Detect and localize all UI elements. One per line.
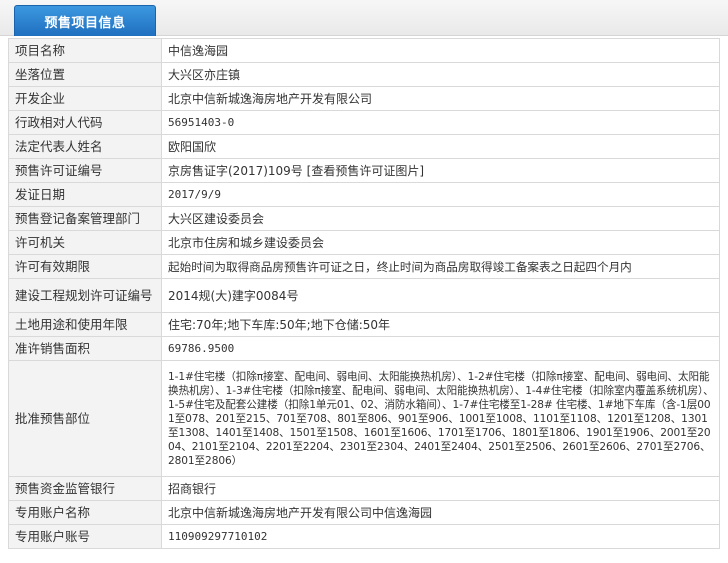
row-label: 发证日期 xyxy=(8,182,162,207)
table-row: 专用账户账号 110909297710102 xyxy=(8,524,720,549)
row-value: 2017/9/9 xyxy=(161,182,720,207)
row-label: 准许销售面积 xyxy=(8,336,162,361)
table-row: 预售许可证编号 京房售证字(2017)109号 [查看预售许可证图片] xyxy=(8,158,720,183)
row-value: 大兴区建设委员会 xyxy=(161,206,720,231)
view-permit-image-link[interactable]: [查看预售许可证图片] xyxy=(307,164,424,178)
table-row: 发证日期 2017/9/9 xyxy=(8,182,720,207)
row-value: 56951403-0 xyxy=(161,110,720,135)
row-label: 专用账户名称 xyxy=(8,500,162,525)
row-value: 1-1#住宅楼（扣除π接室、配电间、弱电间、太阳能换热机房）、1-2#住宅楼（扣… xyxy=(161,360,720,477)
row-value: 京房售证字(2017)109号 [查看预售许可证图片] xyxy=(161,158,720,183)
row-value: 北京中信新城逸海房地产开发有限公司中信逸海园 xyxy=(161,500,720,525)
table-row: 批准预售部位 1-1#住宅楼（扣除π接室、配电间、弱电间、太阳能换热机房）、1-… xyxy=(8,360,720,477)
section-header-bar: 预售项目信息 xyxy=(0,0,728,36)
row-label: 预售登记备案管理部门 xyxy=(8,206,162,231)
presale-info-table: 项目名称 中信逸海园 坐落位置 大兴区亦庄镇 开发企业 北京中信新城逸海房地产开… xyxy=(8,38,720,549)
row-value: 69786.9500 xyxy=(161,336,720,361)
row-label: 开发企业 xyxy=(8,86,162,111)
table-row: 项目名称 中信逸海园 xyxy=(8,38,720,63)
row-label: 行政相对人代码 xyxy=(8,110,162,135)
row-label: 许可有效期限 xyxy=(8,254,162,279)
row-value: 欧阳国欣 xyxy=(161,134,720,159)
table-row: 专用账户名称 北京中信新城逸海房地产开发有限公司中信逸海园 xyxy=(8,500,720,525)
table-row: 准许销售面积 69786.9500 xyxy=(8,336,720,361)
permit-number: 京房售证字(2017)109号 xyxy=(168,163,303,178)
row-label: 建设工程规划许可证编号 xyxy=(8,278,162,313)
row-value: 起始时间为取得商品房预售许可证之日，终止时间为商品房取得竣工备案表之日起四个月内 xyxy=(161,254,720,279)
row-value: 住宅:70年;地下车库:50年;地下仓储:50年 xyxy=(161,312,720,337)
row-value: 招商银行 xyxy=(161,476,720,501)
row-label: 土地用途和使用年限 xyxy=(8,312,162,337)
row-label: 坐落位置 xyxy=(8,62,162,87)
table-row: 坐落位置 大兴区亦庄镇 xyxy=(8,62,720,87)
row-label: 批准预售部位 xyxy=(8,360,162,477)
row-label: 项目名称 xyxy=(8,38,162,63)
row-value: 中信逸海园 xyxy=(161,38,720,63)
row-value: 2014规(大)建字0084号 xyxy=(161,278,720,313)
table-row: 土地用途和使用年限 住宅:70年;地下车库:50年;地下仓储:50年 xyxy=(8,312,720,337)
table-row: 行政相对人代码 56951403-0 xyxy=(8,110,720,135)
table-row: 法定代表人姓名 欧阳国欣 xyxy=(8,134,720,159)
table-row: 许可机关 北京市住房和城乡建设委员会 xyxy=(8,230,720,255)
table-row: 预售资金监管银行 招商银行 xyxy=(8,476,720,501)
row-label: 许可机关 xyxy=(8,230,162,255)
row-label: 预售许可证编号 xyxy=(8,158,162,183)
row-value: 110909297710102 xyxy=(161,524,720,549)
row-value: 大兴区亦庄镇 xyxy=(161,62,720,87)
row-value: 北京市住房和城乡建设委员会 xyxy=(161,230,720,255)
table-row: 预售登记备案管理部门 大兴区建设委员会 xyxy=(8,206,720,231)
section-tab-presale-info[interactable]: 预售项目信息 xyxy=(14,5,156,36)
table-row: 建设工程规划许可证编号 2014规(大)建字0084号 xyxy=(8,278,720,313)
row-label: 专用账户账号 xyxy=(8,524,162,549)
table-row: 许可有效期限 起始时间为取得商品房预售许可证之日，终止时间为商品房取得竣工备案表… xyxy=(8,254,720,279)
table-row: 开发企业 北京中信新城逸海房地产开发有限公司 xyxy=(8,86,720,111)
row-label: 法定代表人姓名 xyxy=(8,134,162,159)
row-value: 北京中信新城逸海房地产开发有限公司 xyxy=(161,86,720,111)
row-label: 预售资金监管银行 xyxy=(8,476,162,501)
